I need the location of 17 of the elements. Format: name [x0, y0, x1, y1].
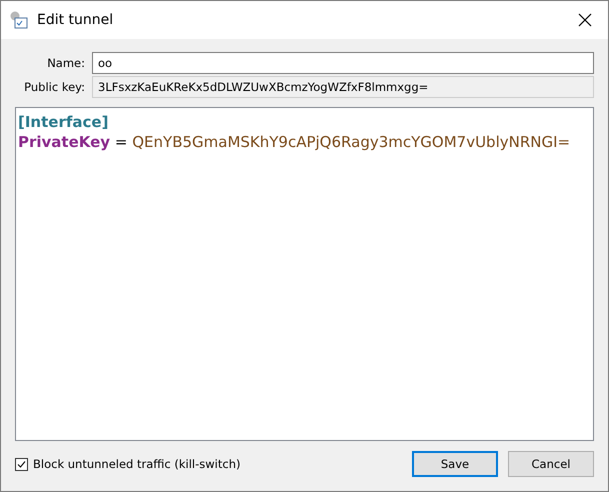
app-icon [9, 10, 29, 30]
equals-sign: = [114, 133, 128, 151]
config-editor[interactable]: [Interface] PrivateKey = QEnYB5GmaMSKhY9cAPjQ6Ragy3mcYGOM7vUblyNRNGI= [15, 107, 594, 441]
save-button[interactable]: Save [412, 451, 498, 477]
config-value: QEnYB5GmaMSKhY9cAPjQ6Ragy3mcYGOM7vUblyNRNGI= [132, 133, 570, 151]
checkbox[interactable] [15, 458, 28, 470]
section-header: [Interface] [18, 113, 108, 131]
readonly-field[interactable]: 3LFsxzKaEuKReKx5dDLWZUwXBcmzYogWZfxF8lmmxgg= [92, 76, 594, 98]
config-key: PrivateKey [18, 133, 110, 151]
checkmark-icon [17, 460, 26, 468]
window-title: Edit tunnel [37, 12, 114, 28]
field-label: Name: [46, 56, 85, 70]
input-field[interactable]: oo [92, 52, 594, 74]
field-label: Public key: [23, 80, 85, 94]
cancel-button[interactable]: Cancel [508, 451, 594, 477]
checkbox-label: Block untunneled traffic (kill-switch) [33, 457, 242, 471]
close-icon[interactable] [578, 13, 592, 27]
